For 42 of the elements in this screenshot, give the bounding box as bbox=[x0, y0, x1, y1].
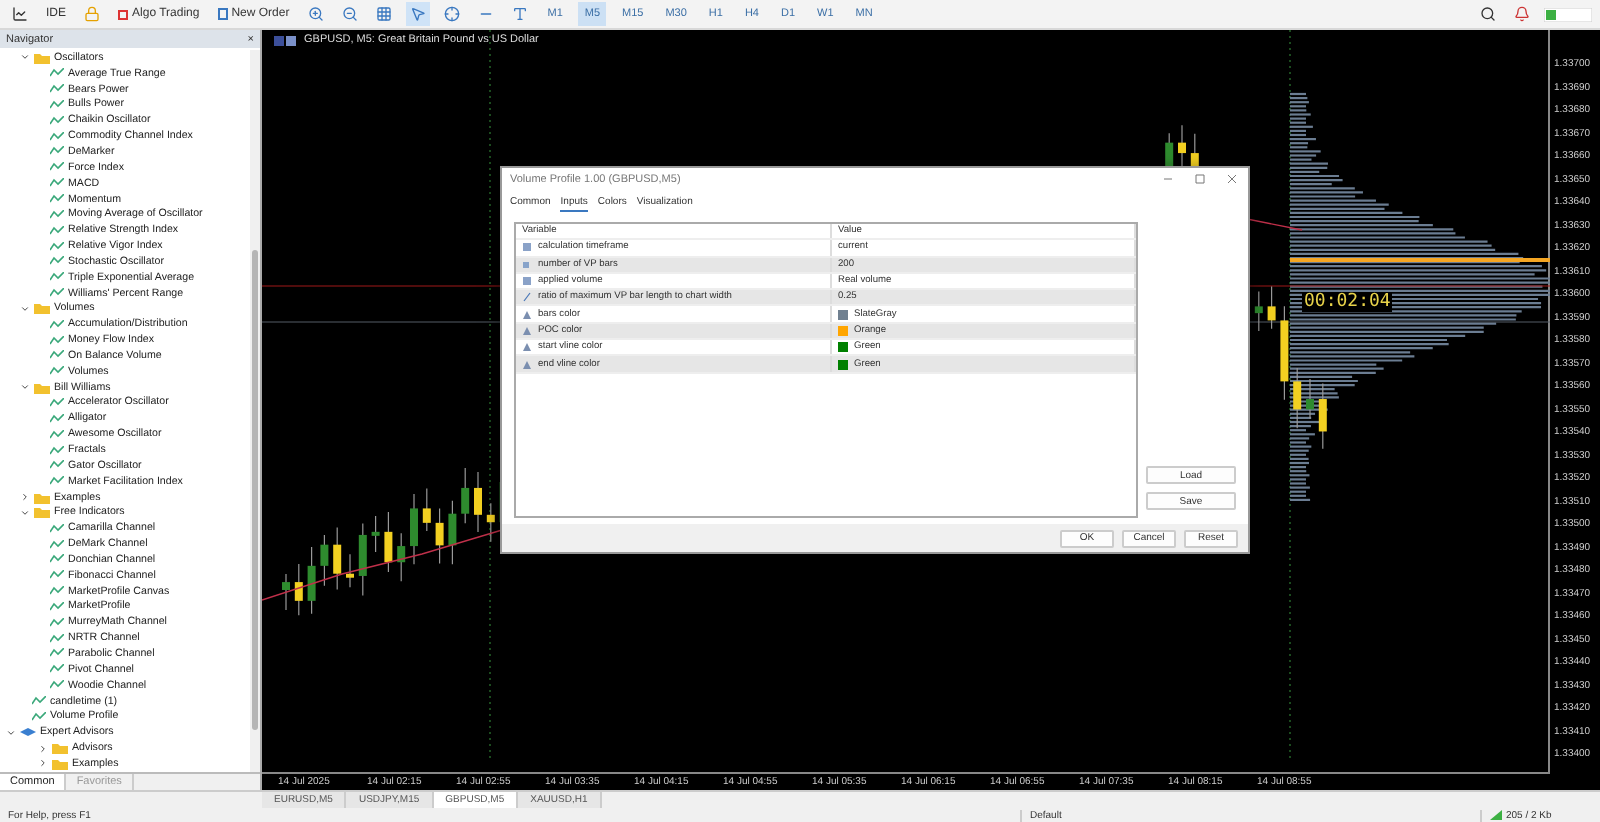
window-controls-icon[interactable] bbox=[1160, 174, 1240, 184]
flag-icon bbox=[274, 35, 298, 45]
fraction-icon bbox=[522, 292, 532, 303]
crosshair-icon[interactable] bbox=[439, 2, 464, 26]
folder-icon bbox=[34, 381, 50, 394]
candlestick bbox=[397, 532, 406, 582]
candlestick bbox=[474, 471, 482, 533]
signal-icon bbox=[1544, 7, 1592, 21]
candlestick bbox=[346, 553, 354, 588]
candlestick bbox=[435, 507, 444, 565]
candlestick bbox=[422, 487, 431, 532]
candlestick bbox=[282, 573, 290, 611]
scrollbar-thumb[interactable] bbox=[252, 250, 258, 730]
candlestick bbox=[371, 515, 380, 553]
bell-icon[interactable] bbox=[1510, 2, 1534, 26]
candlestick bbox=[486, 502, 495, 543]
candlestick bbox=[358, 523, 367, 597]
zoom-in-icon[interactable] bbox=[303, 2, 328, 26]
candlestick bbox=[384, 511, 393, 573]
candlestick bbox=[1306, 378, 1314, 420]
candlestick bbox=[410, 493, 418, 565]
candlestick bbox=[333, 527, 342, 591]
folder-icon bbox=[34, 302, 50, 315]
candlestick bbox=[461, 467, 470, 524]
candlestick bbox=[448, 500, 457, 565]
countdown-timer: 00:02:04 bbox=[1302, 292, 1393, 312]
candlestick bbox=[320, 534, 329, 587]
candlestick bbox=[1254, 290, 1263, 332]
search-icon[interactable] bbox=[1476, 2, 1500, 26]
candlestick bbox=[1280, 305, 1289, 401]
list-icon bbox=[522, 242, 532, 253]
list-icon bbox=[522, 276, 532, 287]
cursor-icon[interactable] bbox=[405, 2, 430, 26]
candlestick bbox=[1293, 367, 1302, 429]
chart-icon[interactable] bbox=[8, 2, 32, 26]
candlestick bbox=[294, 563, 303, 616]
scrollbar[interactable] bbox=[250, 50, 260, 772]
candlestick bbox=[1267, 285, 1276, 330]
grid-icon[interactable] bbox=[371, 2, 396, 26]
candlestick bbox=[1318, 382, 1327, 450]
candlestick bbox=[307, 546, 316, 615]
zoom-out-icon[interactable] bbox=[337, 2, 362, 26]
